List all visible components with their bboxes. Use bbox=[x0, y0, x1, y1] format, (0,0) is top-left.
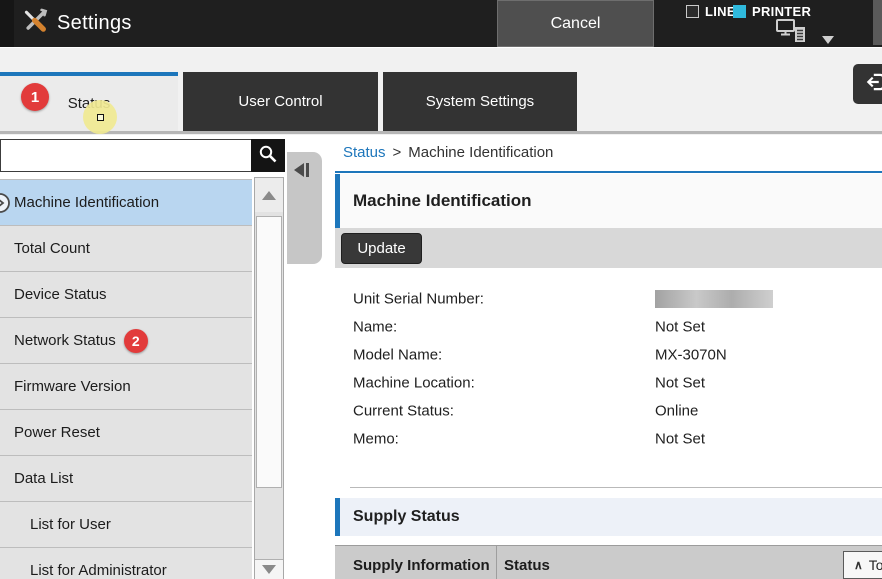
selected-item-icon bbox=[0, 192, 11, 218]
field-row-name: Name: Not Set bbox=[335, 313, 882, 341]
field-row-model-name: Model Name: MX-3070N bbox=[335, 341, 882, 369]
cursor-icon bbox=[97, 114, 104, 121]
machine-identification-section-header: Machine Identification bbox=[335, 174, 882, 228]
cancel-button[interactable]: Cancel bbox=[497, 0, 654, 47]
sidebar-item-data-list[interactable]: Data List bbox=[0, 456, 252, 502]
admin-login-button[interactable]: Admin Login bbox=[853, 64, 882, 104]
redacted-serial-number bbox=[655, 290, 773, 308]
field-label: Model Name: bbox=[353, 347, 442, 364]
sidebar-menu: Machine Identification Total Count Devic… bbox=[0, 179, 252, 579]
tab-system-settings[interactable]: System Settings bbox=[383, 72, 577, 131]
chevron-up-icon: ∧ bbox=[854, 558, 863, 572]
sidebar: Machine Identification Total Count Devic… bbox=[0, 135, 330, 579]
sidebar-collapse-handle[interactable] bbox=[287, 152, 322, 264]
field-row-unit-serial-number: Unit Serial Number: bbox=[335, 285, 882, 313]
field-value: Online bbox=[655, 403, 698, 420]
line-lamp-icon bbox=[686, 5, 699, 18]
field-label: Memo: bbox=[353, 431, 399, 448]
menu-item-label: Power Reset bbox=[14, 424, 100, 441]
sidebar-item-total-count[interactable]: Total Count bbox=[0, 226, 252, 272]
arrow-down-icon bbox=[262, 565, 276, 574]
main-content: Status > Machine Identification Machine … bbox=[335, 135, 882, 579]
line-label: LINE bbox=[705, 4, 736, 19]
field-label: Machine Location: bbox=[353, 375, 475, 392]
search-icon bbox=[258, 144, 278, 167]
search-button[interactable] bbox=[251, 139, 285, 172]
to-top-label: To Top bbox=[869, 557, 882, 573]
status-column-header: Status bbox=[497, 546, 550, 579]
tab-baseline bbox=[0, 131, 882, 134]
sidebar-item-network-status[interactable]: Network Status 2 bbox=[0, 318, 252, 364]
tab-user-control[interactable]: User Control bbox=[183, 72, 378, 131]
field-value: Not Set bbox=[655, 375, 705, 392]
top-bar-edge bbox=[0, 0, 14, 47]
field-label: Unit Serial Number: bbox=[353, 291, 484, 308]
annotation-step-2-badge: 2 bbox=[124, 329, 148, 353]
breadcrumb-current: Machine Identification bbox=[408, 144, 553, 161]
menu-item-label: Machine Identification bbox=[14, 194, 159, 211]
menu-item-label: Device Status bbox=[14, 286, 107, 303]
sidebar-scrollbar[interactable] bbox=[254, 177, 284, 579]
scrollbar-thumb[interactable] bbox=[256, 216, 282, 488]
field-value: Not Set bbox=[655, 431, 705, 448]
printer-dropdown-caret-icon[interactable] bbox=[822, 36, 834, 44]
field-value: MX-3070N bbox=[655, 347, 727, 364]
field-row-memo: Memo: Not Set bbox=[335, 425, 882, 453]
sidebar-item-firmware-version[interactable]: Firmware Version bbox=[0, 364, 252, 410]
cursor-highlight-annotation bbox=[83, 100, 117, 134]
search-input[interactable] bbox=[0, 139, 252, 172]
login-arrow-icon bbox=[865, 71, 882, 97]
sidebar-item-list-for-administrator[interactable]: List for Administrator bbox=[0, 548, 252, 579]
menu-item-label: List for Administrator bbox=[30, 562, 167, 579]
supply-status-section-header: Supply Status bbox=[335, 498, 882, 536]
line-indicator: LINE bbox=[686, 4, 736, 19]
breadcrumb-status-link[interactable]: Status bbox=[343, 144, 386, 161]
sidebar-item-power-reset[interactable]: Power Reset bbox=[0, 410, 252, 456]
app-title: Settings bbox=[57, 12, 132, 35]
scroll-down-button[interactable] bbox=[255, 559, 283, 579]
field-row-current-status: Current Status: Online bbox=[335, 397, 882, 425]
menu-item-label: Data List bbox=[14, 470, 73, 487]
app-brand: Settings bbox=[20, 0, 132, 47]
menu-item-label: Network Status bbox=[14, 332, 116, 349]
update-button[interactable]: Update bbox=[341, 233, 422, 264]
collapse-left-icon bbox=[294, 163, 309, 177]
arrow-up-icon bbox=[262, 191, 276, 200]
field-value: Not Set bbox=[655, 319, 705, 336]
menu-item-label: Total Count bbox=[14, 240, 90, 257]
section-title: Machine Identification bbox=[340, 191, 532, 211]
menu-item-label: List for User bbox=[30, 516, 111, 533]
field-row-machine-location: Machine Location: Not Set bbox=[335, 369, 882, 397]
machine-info-fields: Unit Serial Number: Name: Not Set Model … bbox=[335, 285, 882, 453]
scroll-up-button[interactable] bbox=[255, 178, 283, 212]
settings-tools-icon bbox=[20, 7, 48, 40]
sidebar-item-machine-identification[interactable]: Machine Identification bbox=[0, 180, 252, 226]
breadcrumb-separator: > bbox=[393, 144, 402, 161]
accent-rule bbox=[335, 171, 882, 173]
printer-indicator: PRINTER bbox=[733, 4, 811, 19]
to-top-button[interactable]: ∧ To Top bbox=[843, 551, 882, 579]
top-bar-right-edge bbox=[873, 0, 882, 45]
top-bar: Settings Cancel LINE PRINTER bbox=[0, 0, 882, 47]
tab-row: Status User Control System Settings Admi… bbox=[0, 48, 882, 135]
section-divider bbox=[350, 487, 882, 488]
section-toolbar: Update bbox=[335, 228, 882, 268]
sidebar-item-device-status[interactable]: Device Status bbox=[0, 272, 252, 318]
breadcrumb: Status > Machine Identification bbox=[343, 144, 553, 161]
supply-table-header: Supply Information Status bbox=[335, 545, 882, 579]
annotation-step-1-badge: 1 bbox=[21, 83, 49, 111]
field-label: Name: bbox=[353, 319, 397, 336]
supply-status-title: Supply Status bbox=[340, 508, 460, 526]
settings-screen: Settings Cancel LINE PRINTER Status User… bbox=[0, 0, 882, 579]
sidebar-item-list-for-user[interactable]: List for User bbox=[0, 502, 252, 548]
printer-lamp-icon bbox=[733, 5, 746, 18]
menu-item-label: Firmware Version bbox=[14, 378, 131, 395]
printer-monitor-icon bbox=[775, 18, 809, 50]
supply-information-column-header: Supply Information bbox=[335, 546, 497, 579]
printer-label: PRINTER bbox=[752, 4, 811, 19]
field-label: Current Status: bbox=[353, 403, 454, 420]
